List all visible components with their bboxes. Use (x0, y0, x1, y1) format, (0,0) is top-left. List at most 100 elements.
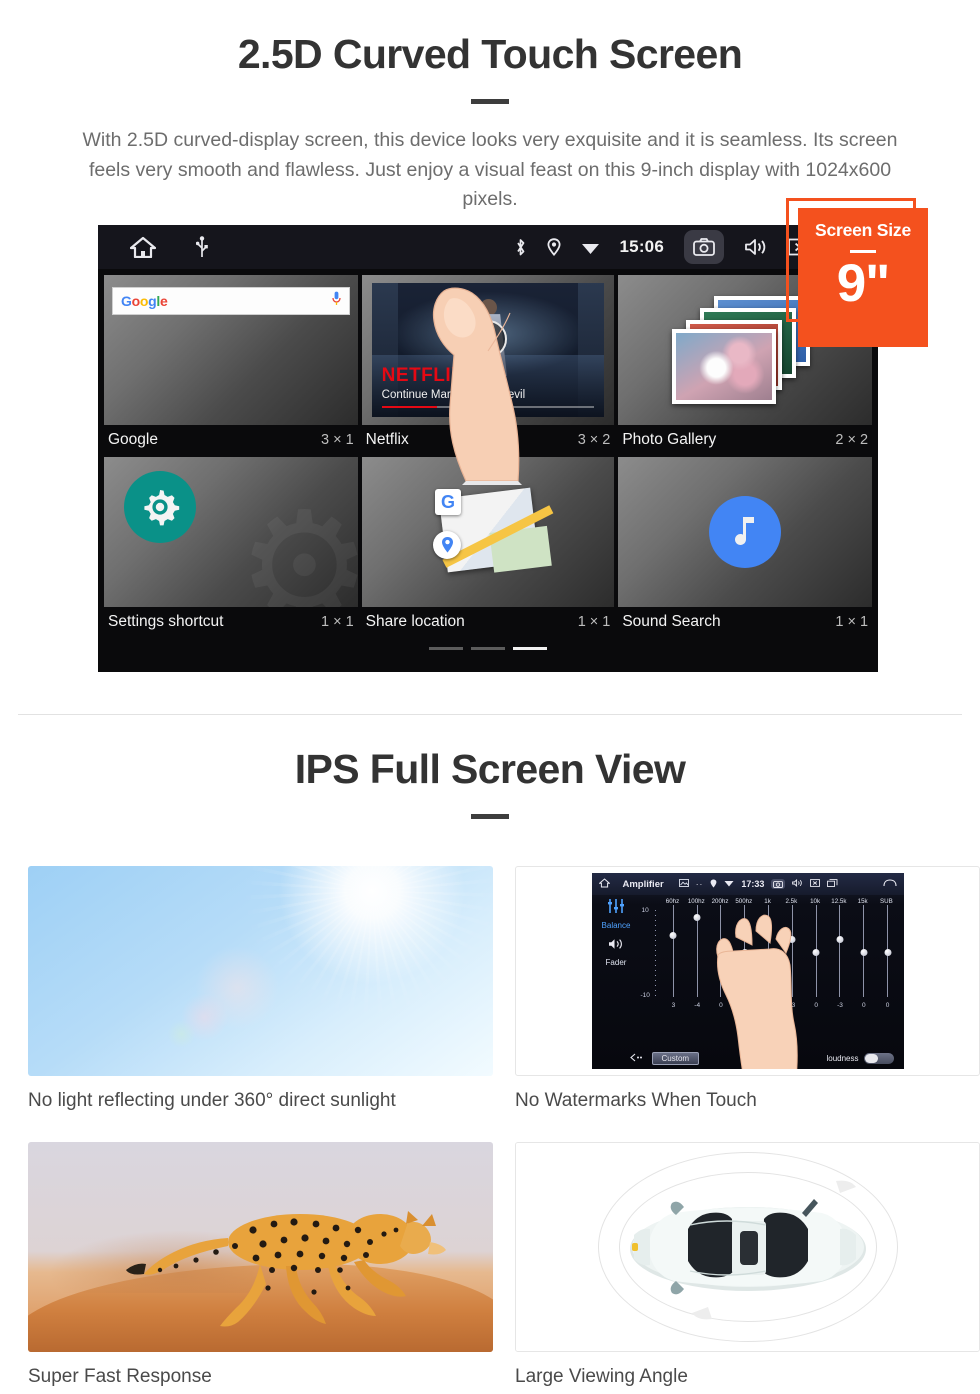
amplifier-side-controls: Balance Fader (592, 895, 636, 1047)
widget-settings-preview: ⚙ (104, 457, 358, 607)
widget-size: 1 × 1 (577, 613, 611, 630)
widget-label: Share location (365, 612, 465, 630)
home-icon[interactable] (597, 878, 611, 890)
netflix-brand: NETFLIX (381, 365, 465, 386)
eq-band-label: 10k (810, 898, 821, 906)
badge-value: 9" (836, 254, 891, 313)
amplifier-clock: 17:33 (741, 879, 765, 890)
eq-band-label: 100hz (687, 898, 705, 906)
widget-label: Settings shortcut (108, 612, 224, 630)
section-divider (18, 714, 962, 715)
widget-size: 3 × 2 (577, 431, 611, 448)
location-icon[interactable] (710, 879, 717, 890)
more-dots-icon: ·· (695, 879, 704, 890)
page-indicator[interactable] (104, 639, 872, 660)
netflix-continue-title: Continue Marvel's Daredevil (381, 389, 526, 401)
eq-scale-top: 10 (641, 907, 649, 915)
back-arrow-icon[interactable] (602, 1053, 644, 1064)
gallery-icon[interactable] (678, 879, 689, 889)
widget-google[interactable]: Google Google 3 × 1 (104, 275, 358, 453)
widget-size: 3 × 1 (321, 431, 354, 448)
widget-label: Sound Search (622, 612, 721, 630)
camera-icon[interactable] (684, 230, 724, 264)
eq-slider[interactable]: 0 (876, 905, 900, 1009)
page-dot-1[interactable] (429, 647, 463, 650)
section-ips-full-screen-view: IPS Full Screen View No light reflecting… (0, 745, 980, 1388)
widget-sound-search[interactable]: Sound Search 1 × 1 (618, 457, 873, 635)
balance-icon[interactable] (607, 899, 625, 918)
widget-settings-shortcut[interactable]: ⚙ Settings shortcut 1 × 1 (104, 457, 358, 635)
amplifier-title: Amplifier (622, 878, 664, 890)
play-button[interactable] (469, 320, 507, 359)
widget-google-preview: Google (104, 275, 358, 425)
touching-hand-illustration (700, 909, 812, 1070)
fader-icon[interactable] (608, 937, 624, 955)
volume-icon[interactable] (792, 879, 803, 889)
home-icon[interactable] (130, 236, 156, 258)
fader-label[interactable]: Fader (606, 958, 627, 967)
volume-icon[interactable] (744, 238, 768, 256)
widget-label: Photo Gallery (622, 430, 717, 448)
bluetooth-icon[interactable] (514, 238, 527, 257)
usb-icon[interactable] (196, 236, 208, 258)
eq-value: 0 (885, 1002, 890, 1010)
page-dot-3[interactable] (513, 647, 547, 650)
product-detail-page: 2.5D Curved Touch Screen With 2.5D curve… (0, 0, 980, 1394)
screen-size-badge: Screen Size 9" (798, 208, 928, 347)
section-two-title: IPS Full Screen View (294, 746, 686, 792)
eq-value: 0 (861, 1002, 866, 1010)
eq-band-label: 500hz (735, 898, 753, 906)
widget-size: 1 × 1 (835, 613, 869, 630)
music-note-icon (709, 496, 782, 568)
amplifier-status-bar: Amplifier ·· 17:33 (591, 873, 904, 896)
feature-card-sunlight: No light reflecting under 360° direct su… (28, 866, 493, 1112)
eq-value: 0 (814, 1002, 818, 1010)
page-dot-2[interactable] (471, 647, 505, 650)
loudness-toggle[interactable] (863, 1052, 894, 1064)
feature-caption: No light reflecting under 360° direct su… (28, 1090, 396, 1112)
badge-title: Screen Size (814, 220, 912, 240)
feature-card-fast-response: Super Fast Response (28, 1142, 493, 1388)
gear-icon (124, 471, 196, 543)
eq-value: 3 (671, 1002, 676, 1010)
car-top-view-diagram (515, 1142, 980, 1353)
back-icon[interactable] (882, 879, 897, 889)
eq-slider[interactable]: -3 (828, 905, 852, 1009)
maps-icon: G (433, 487, 554, 575)
widget-row-1: Google Google 3 × 1 NETFLIX Continue Mar… (104, 275, 873, 453)
widget-label: Google (108, 430, 158, 448)
progress-bar (381, 406, 595, 408)
google-g-icon: G (435, 489, 461, 515)
microphone-icon[interactable] (332, 291, 341, 311)
feature-card-watermarks: Amplifier ·· 17:33 Balance Fader 60hz 10… (515, 866, 980, 1112)
badge-rule (850, 250, 876, 253)
recents-icon[interactable] (827, 879, 838, 889)
eq-band-label: 15k (857, 898, 868, 906)
wifi-icon[interactable] (724, 879, 734, 889)
widget-share-location[interactable]: G Share location 1 × 1 (361, 457, 615, 635)
eq-scale: 10 -10 (640, 907, 662, 999)
eq-slider[interactable]: 3 (662, 905, 686, 1009)
eq-slider[interactable]: 0 (852, 905, 876, 1009)
wifi-icon[interactable] (581, 240, 600, 255)
camera-icon[interactable] (771, 879, 786, 890)
widget-netflix[interactable]: NETFLIX Continue Marvel's Daredevil Netf… (361, 275, 615, 453)
android-status-bar: 15:06 (98, 225, 878, 269)
eq-scale-bottom: -10 (640, 992, 650, 1000)
widget-sound-search-preview (618, 457, 873, 607)
eq-value: -3 (837, 1002, 843, 1010)
location-icon[interactable] (547, 238, 561, 256)
gear-watermark-icon: ⚙ (237, 482, 358, 607)
close-box-icon[interactable] (810, 879, 821, 889)
eq-band-label: 1k (764, 898, 771, 906)
widget-size: 2 × 2 (835, 431, 869, 448)
feature-caption: Large Viewing Angle (515, 1366, 688, 1388)
widget-share-location-preview: G (361, 457, 615, 607)
preset-button[interactable]: Custom (651, 1051, 700, 1065)
widget-picker-grid: Google Google 3 × 1 NETFLIX Continue Mar… (98, 269, 878, 660)
search-input[interactable]: Google (112, 287, 350, 315)
balance-label[interactable]: Balance (602, 921, 631, 930)
feature-caption: No Watermarks When Touch (515, 1090, 757, 1112)
eq-band-label: 60hz (665, 898, 680, 906)
google-logo: Google (121, 293, 168, 309)
